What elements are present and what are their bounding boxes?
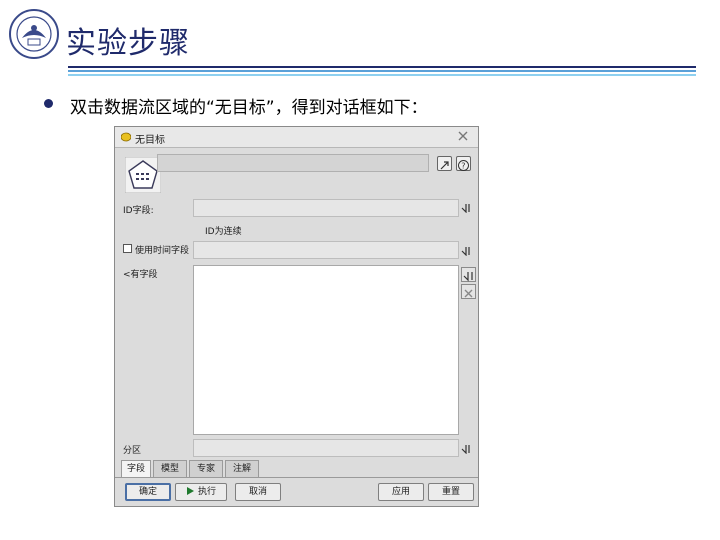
bullet-marker [44, 99, 53, 108]
field-picker-icon [463, 272, 473, 282]
field-picker-icon[interactable] [461, 203, 471, 213]
delete-x-icon [464, 289, 473, 298]
partition-combo[interactable] [193, 439, 459, 457]
run-button[interactable]: 执行 [175, 483, 227, 501]
dialog-title: 无目标 [135, 135, 165, 146]
run-button-label: 执行 [197, 487, 216, 497]
slide-title: 实验步骤 [66, 26, 190, 61]
time-field-combo[interactable] [193, 241, 459, 259]
university-seal-logo [9, 9, 59, 59]
diamond-node-icon [121, 132, 131, 142]
tab-fields[interactable]: 字段 [121, 460, 151, 478]
tab-panel-divider [115, 477, 478, 478]
partition-picker-icon[interactable] [461, 444, 471, 454]
add-field-button[interactable] [461, 267, 476, 282]
id-continuous-label: ID为连续 [205, 227, 242, 237]
bullet-text: 双击数据流区域的“无目标”，得到对话框如下： [70, 98, 428, 118]
play-icon [186, 487, 194, 495]
partition-label: 分区 [123, 446, 142, 456]
tab-annotations[interactable]: 注解 [225, 460, 259, 478]
reset-button[interactable]: 重置 [428, 483, 474, 501]
node-pentagon-icon [125, 157, 161, 193]
arrow-out-icon [440, 161, 449, 170]
use-time-field-checkbox[interactable] [123, 244, 132, 253]
tab-model[interactable]: 模型 [153, 460, 187, 478]
svg-text:?: ? [461, 162, 465, 171]
help-button[interactable]: ? [456, 156, 471, 171]
time-field-picker-icon[interactable] [461, 246, 471, 256]
inputs-listbox[interactable] [193, 265, 459, 435]
dialog-titlebar[interactable] [115, 127, 478, 148]
id-field-combo[interactable] [193, 199, 459, 217]
node-name-field[interactable] [157, 154, 429, 172]
use-time-field-label: 使用时间字段 [135, 246, 190, 256]
ok-button[interactable]: 确定 [125, 483, 171, 501]
tab-expert[interactable]: 专家 [189, 460, 223, 478]
apply-button[interactable]: 应用 [378, 483, 424, 501]
help-icon: ? [458, 160, 469, 171]
inputs-label: <有字段 [123, 270, 158, 280]
close-icon[interactable] [457, 130, 469, 142]
cancel-button[interactable]: 取消 [235, 483, 281, 501]
title-rule-bottom [68, 74, 696, 76]
remove-field-button[interactable] [461, 284, 476, 299]
title-rule-top [68, 66, 696, 68]
preview-button[interactable] [437, 156, 452, 171]
no-target-dialog: 无目标 ? ID字段: ID为连续 使用时间字段 <有字段 分区 字段 模型 专… [114, 126, 479, 507]
title-rule-mid [68, 70, 696, 72]
id-field-label: ID字段: [123, 206, 154, 216]
